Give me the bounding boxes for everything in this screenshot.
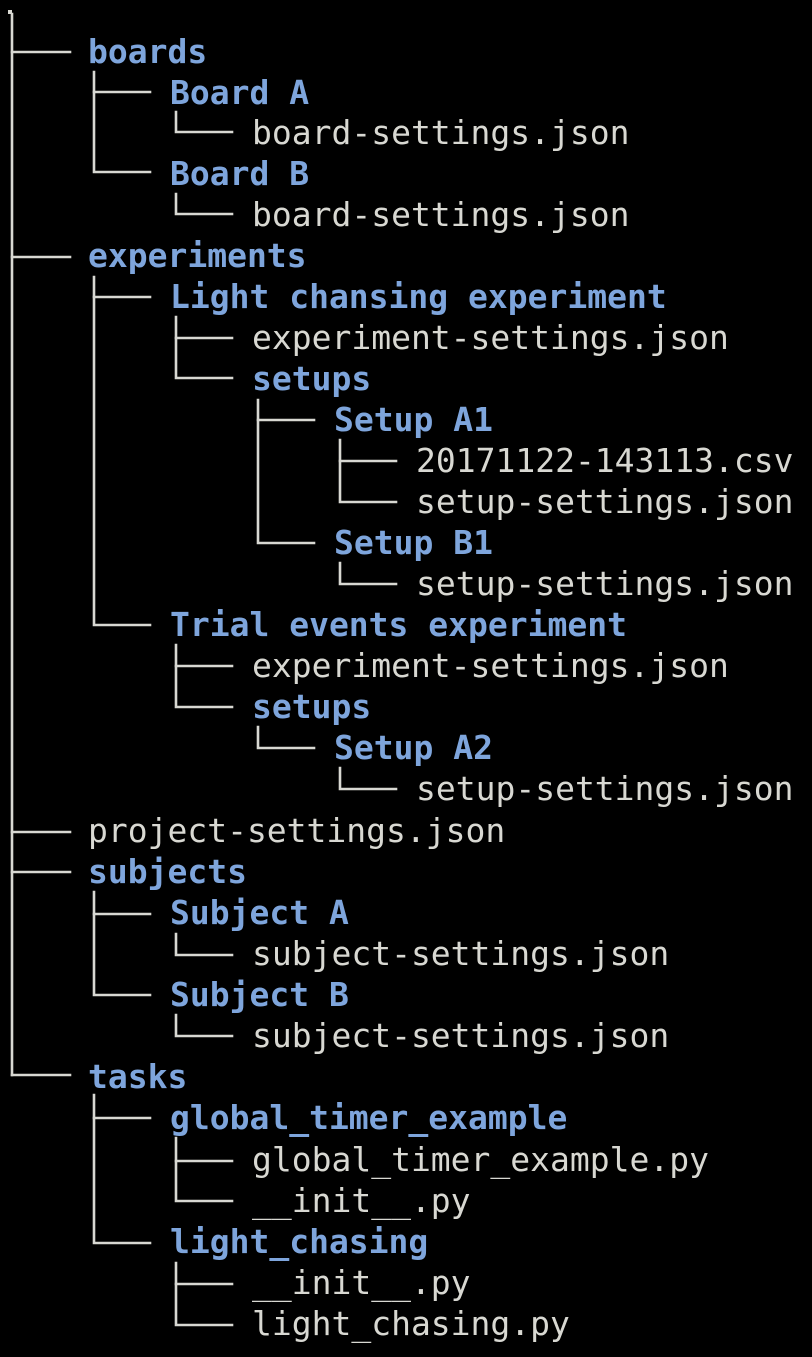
dir-board-a[interactable]: Board A xyxy=(170,72,309,113)
dir-subject-a[interactable]: Subject A xyxy=(170,892,349,933)
dir-light-chasing[interactable]: light_chasing xyxy=(170,1221,428,1262)
dir-trial-setups[interactable]: setups xyxy=(252,686,371,727)
dir-tasks[interactable]: tasks xyxy=(88,1056,187,1097)
file-subject-a-settings[interactable]: subject-settings.json xyxy=(252,933,669,974)
file-setup-a1-csv[interactable]: 20171122-143113.csv xyxy=(416,440,794,481)
dir-light-setups[interactable]: setups xyxy=(252,358,371,399)
file-setup-a2-settings[interactable]: setup-settings.json xyxy=(416,768,794,809)
dir-experiments[interactable]: experiments xyxy=(88,235,307,276)
dir-light-experiment[interactable]: Light chansing experiment xyxy=(170,276,667,317)
dir-boards[interactable]: boards xyxy=(88,31,207,72)
dir-global-timer-example[interactable]: global_timer_example xyxy=(170,1097,567,1138)
file-light-chasing-init[interactable]: __init__.py xyxy=(252,1262,471,1303)
file-project-settings[interactable]: project-settings.json xyxy=(88,810,505,851)
dir-board-b[interactable]: Board B xyxy=(170,153,309,194)
file-subject-b-settings[interactable]: subject-settings.json xyxy=(252,1015,669,1056)
dir-setup-b1[interactable]: Setup B1 xyxy=(334,522,493,563)
file-global-timer-init[interactable]: __init__.py xyxy=(252,1180,471,1221)
file-board-b-settings[interactable]: board-settings.json xyxy=(252,194,630,235)
dir-subjects[interactable]: subjects xyxy=(88,851,247,892)
file-light-chasing-script[interactable]: light_chasing.py xyxy=(252,1303,570,1344)
dir-subject-b[interactable]: Subject B xyxy=(170,974,349,1015)
file-setup-b1-settings[interactable]: setup-settings.json xyxy=(416,563,794,604)
dir-setup-a1[interactable]: Setup A1 xyxy=(334,399,493,440)
file-setup-a1-settings[interactable]: setup-settings.json xyxy=(416,481,794,522)
dir-trial-experiment[interactable]: Trial events experiment xyxy=(170,604,627,645)
file-light-experiment-settings[interactable]: experiment-settings.json xyxy=(252,317,729,358)
terminal-window: . xyxy=(0,0,812,1357)
file-trial-experiment-settings[interactable]: experiment-settings.json xyxy=(252,645,729,686)
dir-setup-a2[interactable]: Setup A2 xyxy=(334,727,493,768)
file-global-timer-script[interactable]: global_timer_example.py xyxy=(252,1139,709,1180)
file-board-a-settings[interactable]: board-settings.json xyxy=(252,112,630,153)
